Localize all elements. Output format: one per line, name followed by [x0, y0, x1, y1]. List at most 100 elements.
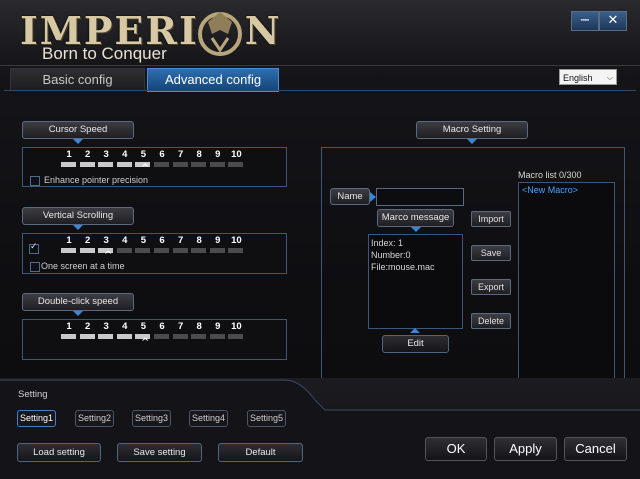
scale-segment[interactable] — [228, 334, 244, 339]
scale-segment[interactable] — [209, 334, 225, 339]
scale-number[interactable]: 3 — [98, 321, 114, 332]
macro-list[interactable]: <New Macro> — [518, 182, 615, 380]
scale-number[interactable]: 10 — [228, 149, 244, 160]
scale-segment[interactable] — [61, 248, 76, 253]
bottom-panel — [0, 378, 640, 479]
cursor-speed-label: Cursor Speed — [48, 124, 108, 135]
scale-segment[interactable] — [79, 334, 95, 339]
scale-segment[interactable] — [79, 248, 95, 253]
scale-number[interactable]: 7 — [173, 321, 189, 332]
macro-edit-button[interactable]: Edit — [382, 335, 449, 353]
double-click-pointer[interactable]: ^ — [141, 337, 149, 348]
macro-name-input[interactable] — [376, 188, 464, 206]
scale-number[interactable]: 8 — [191, 321, 207, 332]
macro-setting-label: Macro Setting — [442, 124, 502, 135]
scale-number[interactable]: 2 — [80, 149, 96, 160]
scale-number[interactable]: 1 — [61, 149, 77, 160]
scale-number[interactable]: 5 — [135, 321, 151, 332]
scale-segment[interactable] — [61, 162, 76, 167]
macro-save-button[interactable]: Save — [471, 245, 511, 261]
scale-number[interactable]: 4 — [117, 149, 133, 160]
scale-number[interactable]: 8 — [191, 149, 207, 160]
scale-number[interactable]: 4 — [117, 235, 133, 246]
scale-number[interactable]: 10 — [228, 321, 244, 332]
triangle-icon — [73, 139, 83, 144]
scale-number[interactable]: 7 — [173, 235, 189, 246]
scale-segment[interactable] — [61, 334, 76, 339]
scale-number[interactable]: 6 — [154, 321, 170, 332]
scale-segment[interactable] — [98, 334, 114, 339]
setting-tab-3[interactable]: Setting3 — [132, 410, 171, 427]
language-select[interactable]: English ⌵ — [559, 69, 617, 85]
scale-segment[interactable] — [98, 162, 114, 167]
scale-number[interactable]: 5 — [135, 149, 151, 160]
cursor-speed-title: Cursor Speed — [22, 121, 134, 144]
close-button[interactable]: ✕ — [599, 11, 627, 31]
scale-number[interactable]: 1 — [61, 235, 77, 246]
macro-delete-button[interactable]: Delete — [471, 313, 511, 329]
brand-tagline: Born to Conquer — [42, 44, 167, 63]
scale-number[interactable]: 7 — [173, 149, 189, 160]
vertical-scrolling-pointer[interactable]: ^ — [104, 250, 112, 261]
scale-number[interactable]: 8 — [191, 235, 207, 246]
minimize-button[interactable]: − — [571, 11, 599, 31]
language-value: English — [563, 73, 593, 83]
scale-segment[interactable] — [116, 334, 132, 339]
scale-segment[interactable] — [135, 248, 151, 253]
enhance-precision-checkbox[interactable] — [30, 176, 40, 186]
apply-button[interactable]: Apply — [494, 437, 557, 461]
scale-number[interactable]: 6 — [154, 149, 170, 160]
scale-segment[interactable] — [209, 162, 225, 167]
scale-segment[interactable] — [172, 248, 188, 253]
scrolling-enable-checkbox[interactable] — [29, 242, 39, 254]
scale-number[interactable]: 9 — [210, 235, 226, 246]
scale-segment[interactable] — [154, 248, 169, 253]
macro-list-item[interactable]: <New Macro> — [519, 183, 614, 195]
scale-number[interactable]: 5 — [135, 235, 151, 246]
ok-button[interactable]: OK — [425, 437, 487, 461]
header-banner: IMPERI N Born to Conquer − ✕ — [0, 0, 640, 66]
scale-segment[interactable] — [228, 248, 244, 253]
scale-segment[interactable] — [154, 334, 169, 339]
save-setting-button[interactable]: Save setting — [117, 443, 202, 462]
setting-tab-2[interactable]: Setting2 — [75, 410, 114, 427]
load-setting-button[interactable]: Load setting — [17, 443, 101, 462]
tab-advanced-config[interactable]: Advanced config — [147, 68, 279, 92]
double-click-title: Double-click speed — [22, 293, 134, 316]
macro-number: Number:0 — [371, 250, 411, 260]
scale-segment[interactable] — [191, 334, 207, 339]
default-button[interactable]: Default — [218, 443, 303, 462]
scale-number[interactable]: 3 — [98, 149, 114, 160]
setting-tab-4[interactable]: Setting4 — [189, 410, 228, 427]
scale-segment[interactable] — [191, 162, 207, 167]
scale-segment[interactable] — [116, 248, 132, 253]
scale-number[interactable]: 6 — [154, 235, 170, 246]
scale-segment[interactable] — [172, 162, 188, 167]
scale-segment[interactable] — [209, 248, 225, 253]
scale-segment[interactable] — [79, 162, 95, 167]
scale-number[interactable]: 4 — [117, 321, 133, 332]
macro-info-box: Index: 1 Number:0 File:mouse.mac — [368, 234, 463, 329]
cursor-speed-pointer[interactable]: ^ — [141, 163, 149, 174]
double-click-box: 1 2 3 4 5 6 7 8 9 10 ^ — [22, 319, 287, 360]
scale-number[interactable]: 2 — [80, 321, 96, 332]
scale-number[interactable]: 9 — [210, 149, 226, 160]
setting-tab-5[interactable]: Setting5 — [247, 410, 286, 427]
scale-number[interactable]: 9 — [210, 321, 226, 332]
tab-basic-config[interactable]: Basic config — [10, 68, 145, 91]
scale-segment[interactable] — [116, 162, 132, 167]
vertical-scrolling-label: Vertical Scrolling — [42, 210, 114, 221]
macro-export-button[interactable]: Export — [471, 279, 511, 295]
scale-number[interactable]: 2 — [80, 235, 96, 246]
scale-segment[interactable] — [172, 334, 188, 339]
macro-import-button[interactable]: Import — [471, 211, 511, 227]
scale-number[interactable]: 1 — [61, 321, 77, 332]
scale-segment[interactable] — [228, 162, 244, 167]
scale-segment[interactable] — [154, 162, 169, 167]
scale-segment[interactable] — [191, 248, 207, 253]
one-screen-checkbox[interactable] — [30, 262, 40, 272]
setting-tab-1[interactable]: Setting1 — [17, 410, 56, 427]
scale-number[interactable]: 3 — [98, 235, 114, 246]
cancel-button[interactable]: Cancel — [564, 437, 627, 461]
scale-number[interactable]: 10 — [228, 235, 244, 246]
